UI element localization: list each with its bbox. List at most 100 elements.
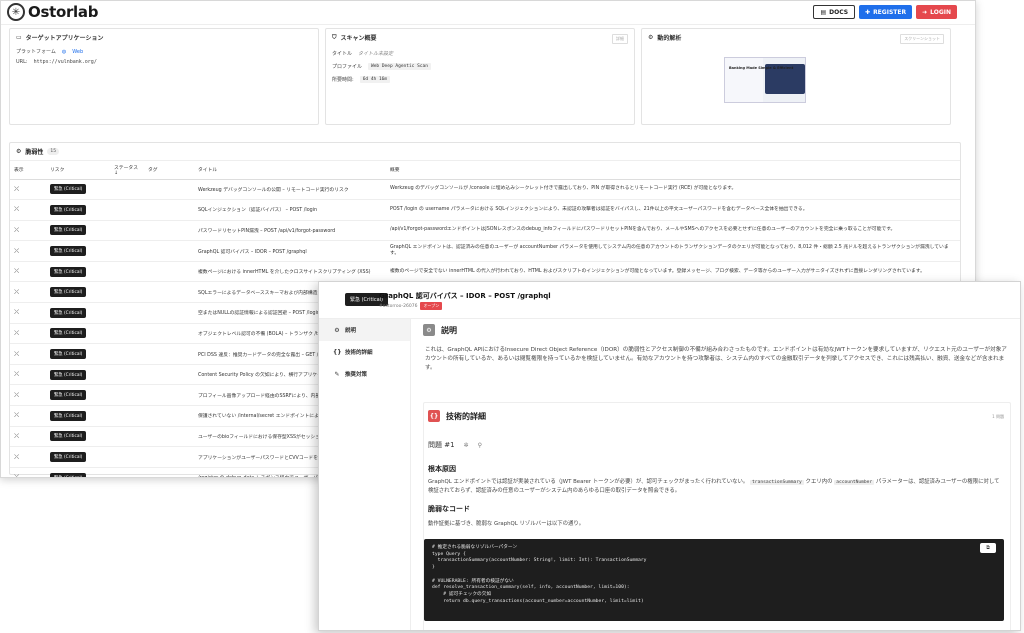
logo[interactable]: ✳ Ostorlab [7,3,98,21]
hide-icon[interactable]: ⛌ [14,391,19,399]
bug-icon: ✲ [463,441,469,449]
row-summary: Werkzeug のデバッグコンソールが /console に埋め込みシークレッ… [386,179,960,201]
issue-count: 1 問題 [992,414,1004,419]
hide-icon[interactable]: ⛌ [14,308,19,316]
table-row[interactable]: ⛌ 緊急 (Critical) GraphQL 認可バイパス – IDOR – PO… [10,240,960,262]
root-cause-heading: 根本原因 [428,465,456,473]
row-title[interactable]: SQLインジェクション（認証バイパス） – POST /login [194,199,386,221]
hide-icon[interactable]: ⛌ [14,247,19,255]
detail-header: 緊急 (Critical) GraphQL 認可バイパス – IDOR – PO… [319,282,1020,319]
risk-badge: 緊急 (Critical) [50,431,87,442]
vuln-count: 15 [47,148,60,155]
target-card: ▭ ターゲットアプリケーション プラットフォーム ◍ Web URL: https://… [9,28,319,125]
wrench-icon: ✎ [334,370,340,378]
status-badge: オープン [420,302,443,310]
risk-badge: 緊急 (Critical) [50,246,87,257]
platform-value: Web [72,48,84,55]
risk-badge: 緊急 (Critical) [50,307,87,318]
risk-badge: 緊急 (Critical) [50,369,87,380]
dynamic-analysis-card: ⚙ 動的解析 スクリーンショット Banking Made Simple & Ef… [641,28,951,125]
nav-description[interactable]: ⚙ 説明 [319,319,410,341]
row-summary: 複数のページで安全でない innerHTML の代入が行われており、HTML お… [386,261,960,283]
hide-icon[interactable]: ⛌ [14,329,19,337]
row-summary: POST /login の username パラメータにおける SQLインジェ… [386,199,960,221]
screenshot-button[interactable]: スクリーンショット [900,34,944,44]
code-block: ⧉ # 推定される脆弱なリゾルバーパターン type Query { trans… [424,539,1004,621]
nav-technical-details[interactable]: {} 技術的詳細 [319,341,410,363]
table-row[interactable]: ⛌ 緊急 (Critical) Werkzeug デバッグコンソールの公開 – リモ… [10,179,960,201]
risk-badge: 緊急 (Critical) [50,328,87,339]
vulnerable-code-text: 動作証拠に基づき、脆弱な GraphQL リゾルバーは以下の通り。 [428,521,585,527]
window-icon: ▭ [16,34,22,41]
user-plus-icon: ✚ [865,8,871,16]
hide-icon[interactable]: ⛌ [14,473,19,477]
col-summary: 概要 [386,161,960,180]
vulnerable-code-heading: 脆弱なコード [428,505,470,513]
gear-icon: ⚙ [648,34,654,41]
risk-badge: 緊急 (Critical) [50,184,87,195]
hide-icon[interactable]: ⛌ [14,226,19,234]
docs-button[interactable]: ▤ DOCS [813,5,856,19]
hide-icon[interactable]: ⛌ [14,350,19,358]
row-title[interactable]: 複数ページにおける innerHTML を介したクロスサイトスクリプティング (… [194,261,386,283]
risk-badge: 緊急 (Critical) [50,287,87,298]
screenshot-thumbnail[interactable]: Banking Made Simple & Efficient [724,57,806,103]
scan-summary-card: ⛉ スキャン概要 詳細 タイトル タイトル未設定 プロファイル Web Deep Ag… [325,28,635,125]
table-row[interactable]: ⛌ 緊急 (Critical) 複数ページにおける innerHTML を介したクロ… [10,261,960,283]
col-risk[interactable]: リスク [46,161,110,180]
top-bar: ✳ Ostorlab ▤ DOCS ✚ REGISTER ➜ LOGIN [1,1,975,25]
gear-icon: ⚙ [423,324,435,336]
hide-icon[interactable]: ⛌ [14,185,19,193]
hide-icon[interactable]: ⛌ [14,411,19,419]
globe-icon: ◍ [61,48,67,55]
col-tag: タグ [144,161,194,180]
vulnerability-detail-window: 緊急 (Critical) GraphQL 認可バイパス – IDOR – PO… [318,281,1021,631]
hide-icon[interactable]: ⛌ [14,205,19,213]
technical-section-header: {} 技術的詳細 [428,410,486,422]
root-cause-text: GraphQL エンドポイントでは認証が実装されている（JWT Bearer ト… [428,479,1000,494]
risk-badge: 緊急 (Critical) [50,266,87,277]
pin-icon: ⚲ [477,441,482,449]
risk-badge: 緊急 (Critical) [50,204,87,215]
code-content: # 推定される脆弱なリゾルバーパターン type Query { transac… [432,545,647,604]
copy-icon[interactable]: ⧉ [980,543,996,553]
row-title[interactable]: Werkzeug デバッグコンソールの公開 – リモートコード実行のリスク [194,179,386,201]
risk-badge: 緊急 (Critical) [50,225,87,236]
duration-chip: 6d 4h 16m [359,76,391,83]
risk-badge: 緊急 (Critical) [50,410,87,421]
logo-text: Ostorlab [28,3,99,21]
hide-icon[interactable]: ⛌ [14,288,19,296]
target-title: ターゲットアプリケーション [25,35,104,42]
login-icon: ➜ [922,8,928,16]
table-row[interactable]: ⛌ 緊急 (Critical) パスワードリセットPIN漏洩 – POST /api… [10,220,960,242]
col-view: 表示 [10,161,46,180]
detail-id: #ostorroo-26076 [379,303,418,309]
detail-title: GraphQL 認可バイパス – IDOR – POST /graphql [379,292,551,300]
row-title[interactable]: GraphQL 認可バイパス – IDOR – POST /graphql [194,240,386,262]
description-section-header: ⚙ 説明 [423,324,1011,336]
register-button[interactable]: ✚ REGISTER [859,5,913,19]
braces-icon: {} [428,410,440,422]
row-summary: /api/v1/forgot-passwordエンドポイントはJSONレスポンス… [386,220,960,242]
scan-title-value: タイトル未設定 [358,51,394,57]
hide-icon[interactable]: ⛌ [14,370,19,378]
risk-badge: 緊急 (Critical) [50,472,87,477]
problem-header: 問題 #1 ✲ ⚲ [428,441,482,449]
hide-icon[interactable]: ⛌ [14,432,19,440]
technical-details-section: {} 技術的詳細 1 問題 問題 #1 ✲ ⚲ 根本原因 GraphQL エンドポ… [423,402,1011,630]
table-row[interactable]: ⛌ 緊急 (Critical) SQLインジェクション（認証バイパス） – POST… [10,199,960,221]
hide-icon[interactable]: ⛌ [14,267,19,275]
target-url[interactable]: https://vulnbank.org/ [34,59,97,65]
detail-sidebar: ⚙ 説明 {} 技術的詳細 ✎ 推奨対策 [319,319,411,630]
book-icon: ▤ [820,8,827,16]
row-title[interactable]: パスワードリセットPIN漏洩 – POST /api/v1/forgot-pas… [194,220,386,242]
profile-chip: Web Deep Agentic Scan [368,63,431,70]
braces-icon: {} [333,348,342,356]
scan-details-button[interactable]: 詳細 [612,34,628,44]
col-status[interactable]: ステータス ↓ [110,161,144,180]
nav-recommendations[interactable]: ✎ 推奨対策 [319,363,410,385]
login-button[interactable]: ➜ LOGIN [916,5,957,19]
risk-badge: 緊急 (Critical) [50,452,87,463]
hide-icon[interactable]: ⛌ [14,453,19,461]
row-summary: GraphQL エンドポイントは、認証済みの任意のユーザーが accountNu… [386,240,960,262]
